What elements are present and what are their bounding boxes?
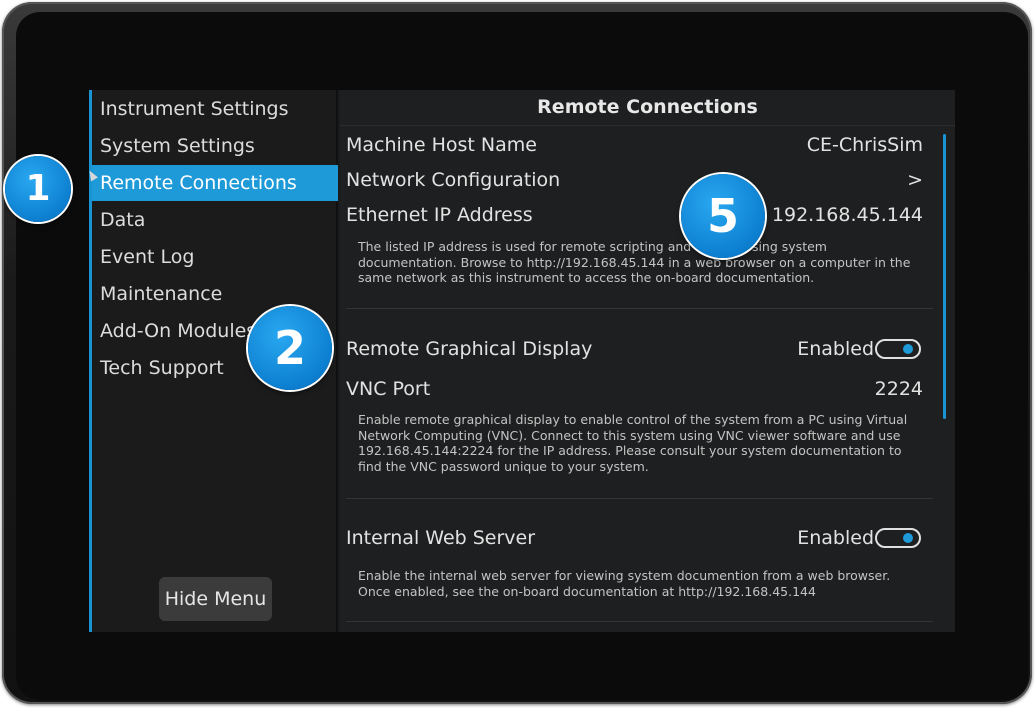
sidebar-item-event-log[interactable]: Event Log bbox=[92, 239, 338, 275]
remote-display-toggle[interactable] bbox=[875, 339, 921, 359]
ip-address-value: 192.168.45.144 bbox=[771, 204, 923, 226]
hide-menu-button[interactable]: Hide Menu bbox=[159, 577, 272, 621]
touch-screen: Instrument Settings System Settings Remo… bbox=[89, 90, 955, 632]
section-divider bbox=[346, 621, 933, 622]
network-configuration-label[interactable]: Network Configuration bbox=[346, 169, 560, 191]
host-name-value: CE-ChrisSim bbox=[806, 134, 923, 156]
network-configuration-chevron[interactable]: > bbox=[907, 169, 923, 191]
remote-display-label: Remote Graphical Display bbox=[346, 338, 593, 360]
toggle-knob bbox=[903, 344, 913, 354]
sidebar-item-remote-connections[interactable]: Remote Connections bbox=[92, 165, 338, 201]
web-server-status: Enabled bbox=[797, 527, 874, 549]
callout-badge-2: 2 bbox=[248, 306, 332, 390]
section-divider bbox=[346, 308, 933, 309]
section-divider bbox=[346, 498, 933, 499]
callout-badge-5: 5 bbox=[681, 174, 765, 258]
sidebar-item-system-settings[interactable]: System Settings bbox=[92, 128, 338, 164]
main-panel: Remote Connections Machine Host Name CE-… bbox=[340, 90, 955, 632]
web-server-toggle[interactable] bbox=[875, 528, 921, 548]
remote-display-status: Enabled bbox=[797, 338, 874, 360]
sidebar-item-instrument-settings[interactable]: Instrument Settings bbox=[92, 91, 338, 127]
sidebar-item-data[interactable]: Data bbox=[92, 202, 338, 238]
vnc-port-label: VNC Port bbox=[346, 378, 431, 400]
host-name-label: Machine Host Name bbox=[346, 134, 537, 156]
web-server-description: Enable the internal web server for viewi… bbox=[358, 568, 891, 599]
callout-badge-1: 1 bbox=[5, 156, 71, 222]
scrollbar[interactable] bbox=[943, 134, 946, 419]
ip-address-label: Ethernet IP Address bbox=[346, 204, 533, 226]
page-title: Remote Connections bbox=[537, 96, 758, 118]
vnc-description: Enable remote graphical display to enabl… bbox=[358, 412, 908, 474]
ip-address-description: The listed IP address is used for remote… bbox=[358, 239, 911, 286]
title-divider bbox=[340, 125, 955, 126]
toggle-knob bbox=[903, 533, 913, 543]
vnc-port-value[interactable]: 2224 bbox=[875, 378, 923, 400]
web-server-label: Internal Web Server bbox=[346, 527, 536, 549]
